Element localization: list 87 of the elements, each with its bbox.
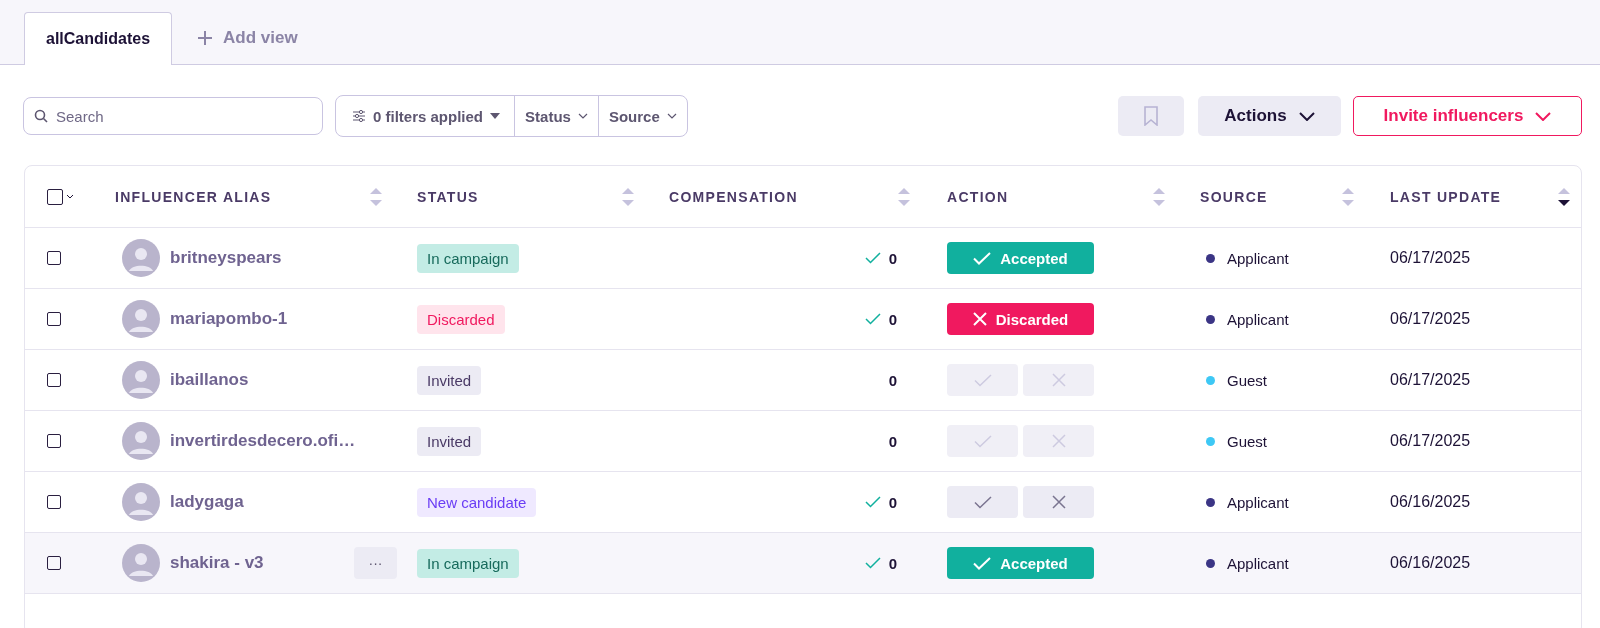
column-header: STATUS	[417, 188, 479, 205]
filter-dropdown[interactable]: Source	[597, 96, 687, 136]
avatar-placeholder	[122, 422, 160, 460]
chevron-down-icon	[1298, 111, 1315, 121]
avatar-placeholder	[122, 300, 160, 338]
check-icon	[973, 251, 992, 265]
check-icon	[973, 495, 992, 509]
column-header: LAST UPDATE	[1390, 188, 1502, 205]
status-badge: In campaign	[417, 548, 519, 578]
avatar-placeholder	[122, 239, 160, 277]
check-icon	[973, 434, 992, 448]
sort-icon[interactable]	[1557, 185, 1571, 208]
check-icon	[973, 556, 992, 570]
last-update-date: 06/17/2025	[1390, 249, 1471, 267]
last-update-date: 06/16/2025	[1390, 554, 1471, 572]
influencer-alias[interactable]: ladygaga	[170, 492, 407, 512]
close-icon	[1051, 373, 1066, 387]
influencer-alias[interactable]: mariapombo-1	[170, 309, 407, 329]
select-all-checkbox[interactable]	[47, 188, 63, 205]
last-update-date: 06/16/2025	[1390, 493, 1471, 511]
bookmark-button[interactable]	[1118, 96, 1184, 136]
avatar-placeholder	[122, 361, 160, 399]
compensation-value: 0	[888, 493, 897, 511]
compensation-value: 0	[888, 432, 897, 450]
column-header: COMPENSATION	[669, 188, 798, 205]
sliders-icon	[352, 110, 366, 122]
search-icon	[34, 109, 48, 123]
status-badge: In campaign	[417, 243, 519, 273]
close-icon	[1051, 495, 1066, 509]
plus-icon	[196, 29, 215, 47]
add-view-button[interactable]: Add view	[186, 12, 308, 64]
source-label: Applicant	[1227, 554, 1289, 572]
accept-button[interactable]	[947, 486, 1018, 518]
status-badge: New candidate	[417, 487, 537, 517]
table-row[interactable]: britneyspears In campaign 0 Accepted Applicant 06/17/2025	[25, 228, 1581, 289]
last-update-date: 06/17/2025	[1390, 432, 1471, 450]
invite-influencers-button[interactable]: Invite influencers	[1353, 96, 1582, 136]
influencer-alias[interactable]: invertirdesdecero.ofi…	[170, 431, 407, 451]
close-icon	[972, 312, 987, 326]
source-label: Guest	[1227, 432, 1268, 450]
source-label: Guest	[1227, 371, 1268, 389]
row-checkbox[interactable]	[47, 373, 61, 387]
compensation-value: 0	[888, 310, 897, 328]
chevron-down-icon	[666, 113, 677, 119]
column-header: SOURCE	[1200, 188, 1268, 205]
last-update-date: 06/17/2025	[1390, 371, 1471, 389]
row-checkbox[interactable]	[47, 312, 61, 326]
compensation-value: 0	[888, 554, 897, 572]
source-label: Applicant	[1227, 249, 1289, 267]
discarded-button[interactable]: Discarded	[947, 303, 1094, 335]
actions-button[interactable]: Actions	[1198, 96, 1341, 136]
last-update-date: 06/17/2025	[1390, 310, 1471, 328]
status-badge: Invited	[417, 365, 482, 395]
caret-icon	[490, 113, 501, 119]
view-tab[interactable]: allCandidates	[24, 12, 173, 65]
row-checkbox[interactable]	[47, 251, 61, 265]
close-icon	[1051, 434, 1066, 448]
status-badge: Discarded	[417, 304, 505, 334]
avatar-placeholder	[122, 483, 160, 521]
influencer-alias[interactable]: britneyspears	[170, 248, 407, 268]
source-label: Applicant	[1227, 493, 1289, 511]
check-icon	[973, 373, 992, 387]
filters-button[interactable]: 0 filters applied	[336, 96, 515, 136]
chevron-down-icon	[577, 113, 588, 119]
row-checkbox[interactable]	[47, 556, 61, 570]
influencer-alias[interactable]: shakira - v3	[170, 553, 344, 573]
row-checkbox[interactable]	[47, 434, 61, 448]
compensation-value: 0	[888, 371, 897, 389]
column-header: ACTION	[947, 188, 1009, 205]
reject-button[interactable]	[1023, 486, 1094, 518]
table-row[interactable]: mariapombo-1 Discarded 0 Discarded Applicant 06/17/2025	[25, 289, 1581, 350]
column-header: INFLUENCER ALIAS	[115, 188, 272, 205]
table-row[interactable]: shakira - v3 ··· In campaign 0 Accepted Applicant 06/16/2025	[25, 533, 1581, 594]
more-options-button[interactable]: ···	[354, 547, 397, 579]
chevron-down-icon	[1535, 111, 1552, 121]
avatar-placeholder	[122, 544, 160, 582]
bookmark-icon	[1143, 106, 1159, 126]
search-field[interactable]: Search	[23, 97, 323, 135]
filter-dropdown[interactable]: Status	[514, 96, 598, 136]
influencer-alias[interactable]: ibaillanos	[170, 370, 407, 390]
status-badge: Invited	[417, 426, 482, 456]
source-label: Applicant	[1227, 310, 1289, 328]
chevron-down-icon	[66, 194, 74, 199]
compensation-value: 0	[888, 249, 897, 267]
table-row[interactable]: invertirdesdecero.ofi… Invited 0 Guest 06/17/2025	[25, 411, 1581, 472]
table-row[interactable]: ibaillanos Invited 0 Guest 06/17/2025	[25, 350, 1581, 411]
row-checkbox[interactable]	[47, 495, 61, 509]
